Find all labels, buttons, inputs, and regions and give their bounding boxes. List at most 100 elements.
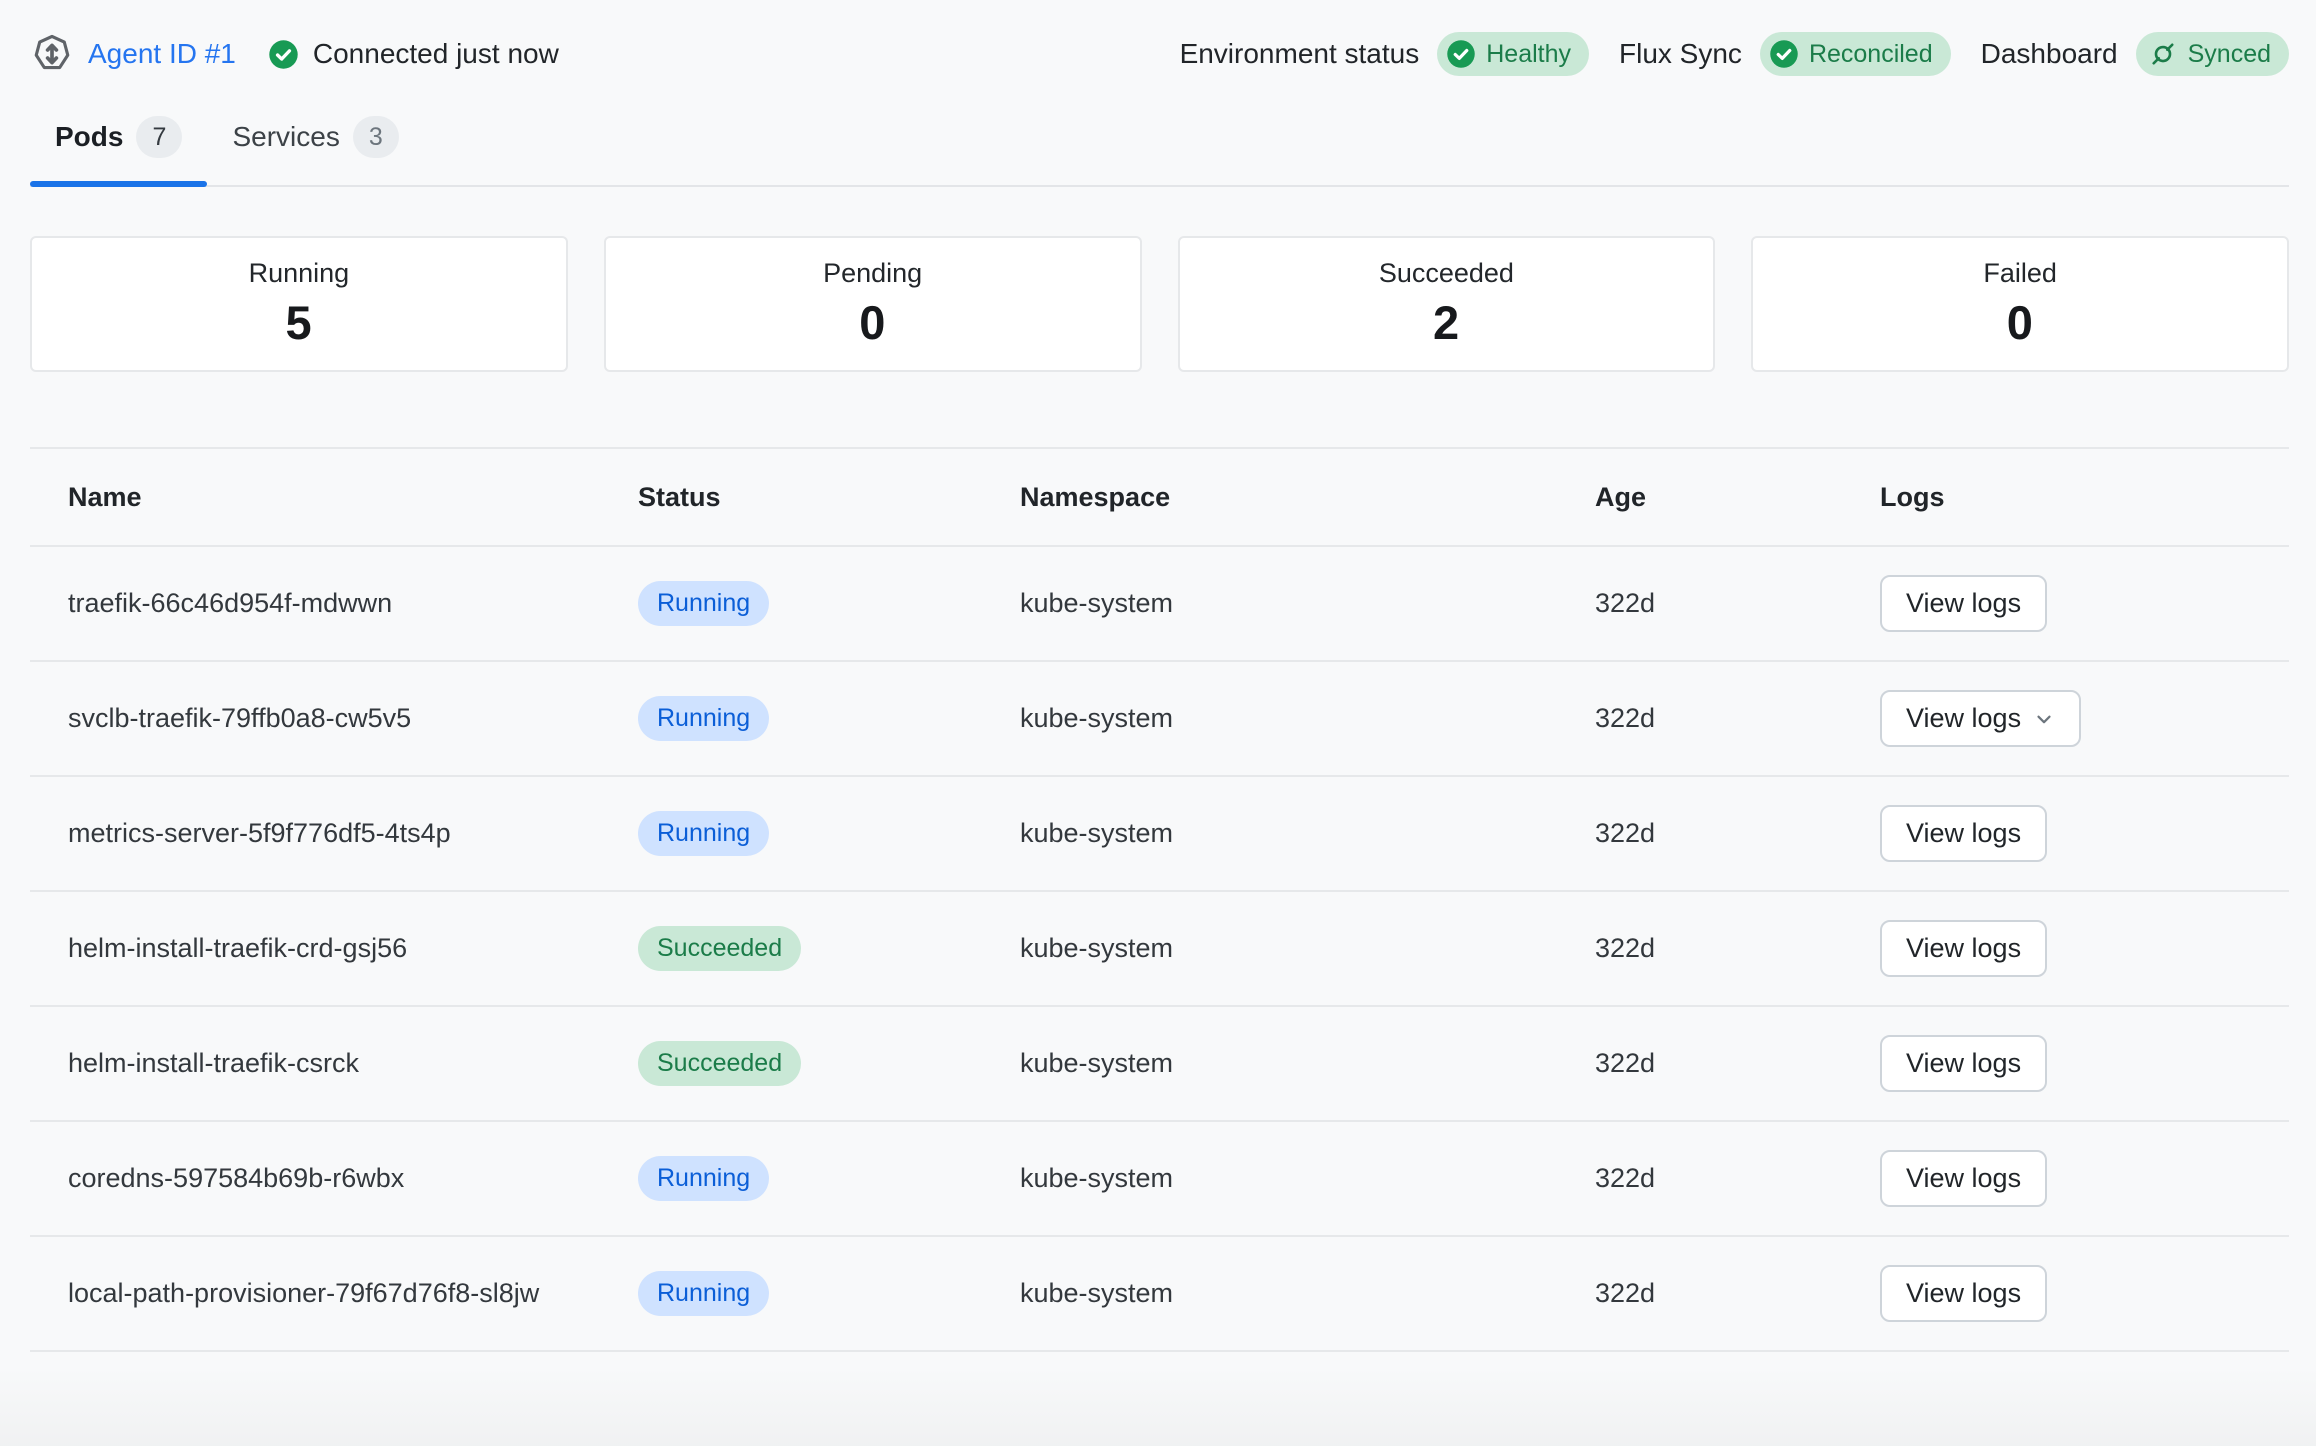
- pod-logs-cell: View logs: [1880, 575, 2289, 632]
- pod-status-cell: Running: [638, 1271, 1020, 1316]
- stat-card-value: 5: [286, 295, 313, 350]
- flux-sync-badge: Reconciled: [1760, 32, 1951, 76]
- stat-card-value: 0: [2007, 295, 2034, 350]
- agent-id-link[interactable]: Agent ID #1: [88, 38, 236, 70]
- pods-dashboard-page: Agent ID #1 Connected just now Environme…: [0, 0, 2316, 1446]
- view-logs-button[interactable]: View logs: [1880, 1150, 2047, 1207]
- stat-card: Pending 0: [604, 236, 1142, 372]
- pod-namespace-cell: kube-system: [1020, 1161, 1595, 1196]
- table-row: helm-install-traefik-csrck Succeeded kub…: [30, 1007, 2289, 1122]
- view-logs-button[interactable]: View logs: [1880, 575, 2047, 632]
- tab-bar: Pods 7 Services 3: [30, 116, 2289, 187]
- pod-name-cell: helm-install-traefik-csrck: [30, 1046, 638, 1081]
- tab[interactable]: Pods 7: [30, 116, 207, 185]
- connection-status: Connected just now: [313, 38, 559, 70]
- stat-card-label: Failed: [1983, 258, 2057, 289]
- status-badge: Running: [638, 581, 769, 626]
- pod-status-cell: Succeeded: [638, 1041, 1020, 1086]
- view-logs-label: View logs: [1906, 818, 2021, 849]
- stat-card-label: Succeeded: [1379, 258, 1514, 289]
- pod-age-cell: 322d: [1595, 701, 1880, 736]
- pod-namespace-cell: kube-system: [1020, 931, 1595, 966]
- pod-logs-cell: View logs: [1880, 920, 2289, 977]
- synced-slashed-circle-icon: [2148, 39, 2178, 69]
- view-logs-label: View logs: [1906, 588, 2021, 619]
- pod-name-cell: local-path-provisioner-79f67d76f8-sl8jw: [30, 1276, 638, 1311]
- pod-name-cell: svclb-traefik-79ffb0a8-cw5v5: [30, 701, 638, 736]
- pod-status-cell: Running: [638, 1156, 1020, 1201]
- pod-namespace-cell: kube-system: [1020, 701, 1595, 736]
- table-row: local-path-provisioner-79f67d76f8-sl8jw …: [30, 1237, 2289, 1352]
- tab[interactable]: Services 3: [207, 116, 423, 185]
- pod-name: helm-install-traefik-crd-gsj56: [68, 931, 407, 966]
- pod-name-cell: coredns-597584b69b-r6wbx: [30, 1161, 638, 1196]
- dashboard-sync-badge: Synced: [2136, 32, 2289, 76]
- flux-sync-label: Flux Sync: [1619, 38, 1742, 70]
- pod-status-cell: Running: [638, 696, 1020, 741]
- status-badge: Running: [638, 696, 769, 741]
- view-logs-label: View logs: [1906, 933, 2021, 964]
- pod-age-cell: 322d: [1595, 586, 1880, 621]
- stat-card: Running 5: [30, 236, 568, 372]
- pod-status-cell: Running: [638, 811, 1020, 856]
- pod-age-cell: 322d: [1595, 816, 1880, 851]
- table-header-row: Name Status Namespace Age Logs: [30, 447, 2289, 547]
- agent-group: Agent ID #1 Connected just now: [30, 32, 559, 76]
- stat-card-label: Running: [249, 258, 350, 289]
- table-row: traefik-66c46d954f-mdwwn Running kube-sy…: [30, 547, 2289, 662]
- environment-status-label: Environment status: [1180, 38, 1420, 70]
- pod-status-cell: Running: [638, 581, 1020, 626]
- stat-card-value: 2: [1433, 295, 1460, 350]
- view-logs-label: View logs: [1906, 1048, 2021, 1079]
- pod-logs-cell: View logs: [1880, 1150, 2289, 1207]
- flux-sync-value: Reconciled: [1809, 42, 1933, 67]
- view-logs-button[interactable]: View logs: [1880, 1035, 2047, 1092]
- view-logs-button[interactable]: View logs: [1880, 690, 2081, 747]
- table-row: helm-install-traefik-crd-gsj56 Succeeded…: [30, 892, 2289, 1007]
- status-badge: Running: [638, 811, 769, 856]
- tab-label: Pods: [55, 121, 123, 153]
- tab-count-badge: 7: [136, 116, 182, 158]
- status-badge: Succeeded: [638, 1041, 801, 1086]
- pod-name: traefik-66c46d954f-mdwwn: [68, 586, 392, 621]
- pod-name-cell: traefik-66c46d954f-mdwwn: [30, 586, 638, 621]
- pod-namespace-cell: kube-system: [1020, 586, 1595, 621]
- status-badge: Succeeded: [638, 926, 801, 971]
- stat-card: Failed 0: [1751, 236, 2289, 372]
- pod-name: coredns-597584b69b-r6wbx: [68, 1161, 404, 1196]
- pod-name: svclb-traefik-79ffb0a8-cw5v5: [68, 701, 411, 736]
- healthy-check-circle-icon: [1446, 39, 1476, 69]
- pod-age-cell: 322d: [1595, 931, 1880, 966]
- table-body: traefik-66c46d954f-mdwwn Running kube-sy…: [30, 547, 2289, 1352]
- pod-name-cell: helm-install-traefik-crd-gsj56: [30, 931, 638, 966]
- connected-check-circle-icon: [268, 39, 299, 70]
- stat-card-value: 0: [859, 295, 886, 350]
- view-logs-label: View logs: [1906, 1278, 2021, 1309]
- pod-name: helm-install-traefik-csrck: [68, 1046, 359, 1081]
- pod-namespace-cell: kube-system: [1020, 1046, 1595, 1081]
- pods-table: Name Status Namespace Age Logs traefik-6…: [30, 447, 2289, 1352]
- pod-logs-cell: View logs: [1880, 805, 2289, 862]
- chevron-down-icon: [2033, 708, 2055, 730]
- pod-namespace-cell: kube-system: [1020, 816, 1595, 851]
- table-row: svclb-traefik-79ffb0a8-cw5v5 Running kub…: [30, 662, 2289, 777]
- column-header-name: Name: [30, 482, 638, 513]
- agent-heptagon-arrows-icon: [30, 32, 74, 76]
- pod-name: local-path-provisioner-79f67d76f8-sl8jw: [68, 1276, 539, 1311]
- environment-status-group: Environment status Healthy Flux Sync: [1168, 32, 2289, 76]
- view-logs-button[interactable]: View logs: [1880, 920, 2047, 977]
- view-logs-button[interactable]: View logs: [1880, 1265, 2047, 1322]
- column-header-status: Status: [638, 482, 1020, 513]
- stat-card: Succeeded 2: [1178, 236, 1716, 372]
- view-logs-label: View logs: [1906, 703, 2021, 734]
- table-row: coredns-597584b69b-r6wbx Running kube-sy…: [30, 1122, 2289, 1237]
- environment-status-badge: Healthy: [1437, 32, 1589, 76]
- table-row: metrics-server-5f9f776df5-4ts4p Running …: [30, 777, 2289, 892]
- tab-label: Services: [232, 121, 339, 153]
- view-logs-button[interactable]: View logs: [1880, 805, 2047, 862]
- pod-namespace-cell: kube-system: [1020, 1276, 1595, 1311]
- pod-name-cell: metrics-server-5f9f776df5-4ts4p: [30, 816, 638, 851]
- reconciled-check-circle-icon: [1769, 39, 1799, 69]
- pod-age-cell: 322d: [1595, 1276, 1880, 1311]
- pod-age-cell: 322d: [1595, 1046, 1880, 1081]
